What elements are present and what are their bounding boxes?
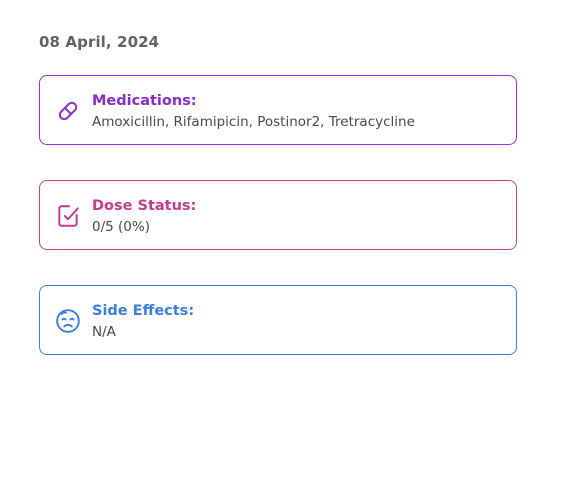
side-effects-title: Side Effects: bbox=[92, 303, 195, 319]
dose-status-title: Dose Status: bbox=[92, 198, 197, 214]
medications-value: Amoxicillin, Rifamipicin, Postinor2, Tre… bbox=[92, 114, 415, 130]
medications-title: Medications: bbox=[92, 93, 197, 109]
medications-card[interactable]: Medications: Amoxicillin, Rifamipicin, P… bbox=[39, 75, 517, 145]
sick-face-icon bbox=[55, 308, 81, 334]
dose-status-card[interactable]: Dose Status: 0/5 (0%) bbox=[39, 180, 517, 250]
side-effects-card[interactable]: Side Effects: N/A bbox=[39, 285, 517, 355]
checkbox-icon bbox=[55, 203, 81, 229]
pill-icon bbox=[55, 98, 81, 124]
side-effects-value: N/A bbox=[92, 324, 116, 340]
date-heading: 08 April, 2024 bbox=[39, 33, 160, 51]
dose-status-value: 0/5 (0%) bbox=[92, 219, 150, 235]
